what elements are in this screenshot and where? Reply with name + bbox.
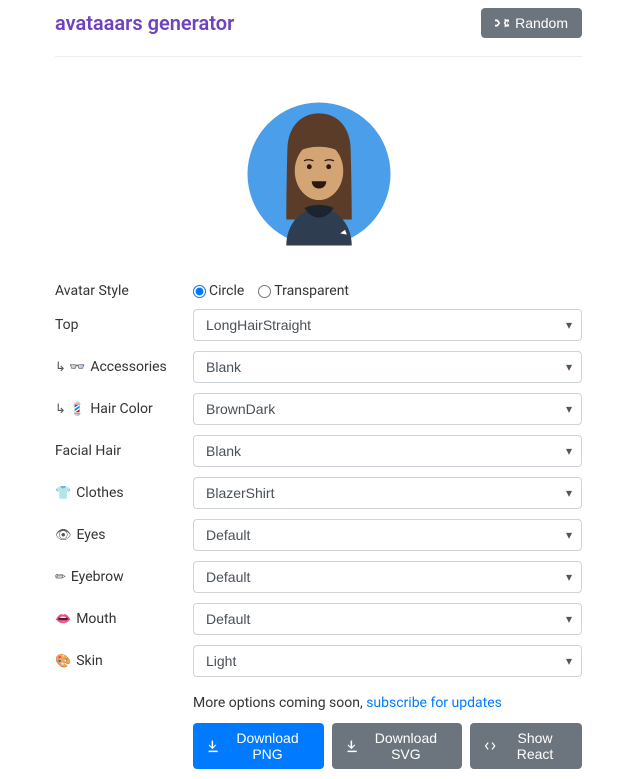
top-label: Top xyxy=(55,317,193,333)
hair-color-select[interactable]: BrownDark xyxy=(193,393,582,425)
eyes-row: 👁Eyes Default xyxy=(55,519,582,551)
lips-icon: 👄 xyxy=(55,612,71,627)
facial-hair-row: Facial Hair Blank xyxy=(55,435,582,467)
radio-transparent-input[interactable] xyxy=(258,285,271,298)
header: avataaars generator Random xyxy=(55,0,582,57)
eyebrow-row: ✏Eyebrow Default xyxy=(55,561,582,593)
footer-row: More options coming soon, subscribe for … xyxy=(55,687,582,769)
accessories-row: ↳ 👓Accessories Blank xyxy=(55,351,582,383)
clothes-select[interactable]: BlazerShirt xyxy=(193,477,582,509)
download-svg-button[interactable]: Download SVG xyxy=(332,723,462,769)
avatar-preview xyxy=(55,57,582,283)
facial-hair-select[interactable]: Blank xyxy=(193,435,582,467)
radio-circle[interactable]: Circle xyxy=(193,283,244,299)
skin-row: 🎨Skin Light xyxy=(55,645,582,677)
eyebrow-label: ✏Eyebrow xyxy=(55,569,193,585)
hair-color-label: ↳ 💈Hair Color xyxy=(55,401,193,417)
mouth-select[interactable]: Default xyxy=(193,603,582,635)
download-png-button[interactable]: Download PNG xyxy=(193,723,324,769)
avatar-style-row: Avatar Style Circle Transparent xyxy=(55,283,582,299)
barber-icon: ↳ 💈 xyxy=(55,402,85,417)
download-icon xyxy=(346,739,358,753)
facial-hair-label: Facial Hair xyxy=(55,443,193,459)
more-options-text: More options coming soon, subscribe for … xyxy=(193,695,582,711)
glasses-icon: ↳ 👓 xyxy=(55,360,85,375)
subscribe-link[interactable]: subscribe for updates xyxy=(366,695,502,711)
skin-select[interactable]: Light xyxy=(193,645,582,677)
clothes-label: 👕Clothes xyxy=(55,485,193,501)
avatar-image xyxy=(239,87,399,261)
palette-icon: 🎨 xyxy=(55,654,71,669)
shirt-icon: 👕 xyxy=(55,486,71,501)
clothes-row: 👕Clothes BlazerShirt xyxy=(55,477,582,509)
show-react-button[interactable]: Show React xyxy=(470,723,582,769)
eye-icon: 👁 xyxy=(55,528,72,543)
download-icon xyxy=(207,739,219,753)
top-select[interactable]: LongHairStraight xyxy=(193,309,582,341)
eyebrow-select[interactable]: Default xyxy=(193,561,582,593)
avatar-style-label: Avatar Style xyxy=(55,283,193,299)
accessories-label: ↳ 👓Accessories xyxy=(55,359,193,375)
random-button-label: Random xyxy=(515,15,568,31)
hair-color-row: ↳ 💈Hair Color BrownDark xyxy=(55,393,582,425)
shuffle-icon xyxy=(495,16,509,30)
mouth-label: 👄Mouth xyxy=(55,611,193,627)
mouth-row: 👄Mouth Default xyxy=(55,603,582,635)
radio-circle-input[interactable] xyxy=(193,285,206,298)
eyes-label: 👁Eyes xyxy=(55,527,193,543)
page-title: avataaars generator xyxy=(55,11,234,35)
top-row: Top LongHairStraight xyxy=(55,309,582,341)
pencil-icon: ✏ xyxy=(55,570,66,585)
skin-label: 🎨Skin xyxy=(55,653,193,669)
accessories-select[interactable]: Blank xyxy=(193,351,582,383)
radio-transparent[interactable]: Transparent xyxy=(258,283,349,299)
eyes-select[interactable]: Default xyxy=(193,519,582,551)
code-icon xyxy=(484,739,496,753)
random-button[interactable]: Random xyxy=(481,8,582,38)
